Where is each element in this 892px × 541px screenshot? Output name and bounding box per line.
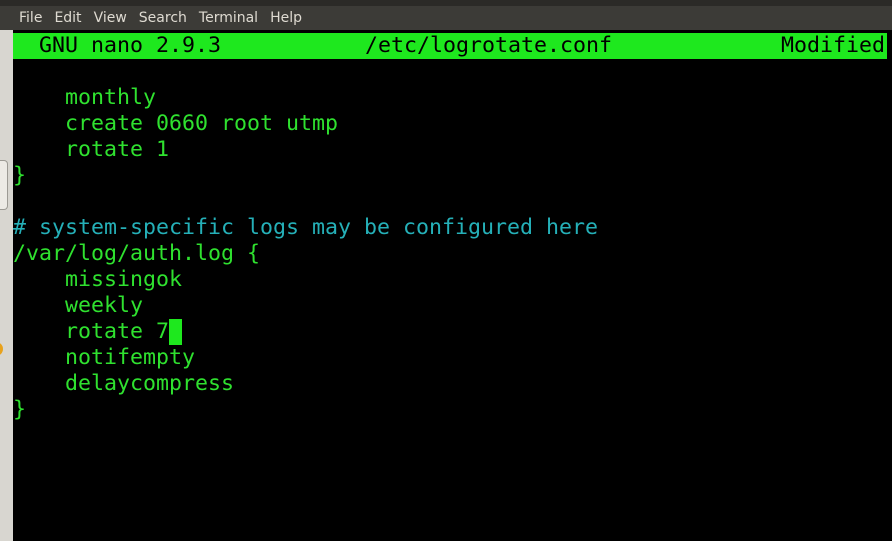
line-text: delaycompress bbox=[13, 371, 235, 396]
code-line: rotate 1 bbox=[13, 137, 887, 163]
code-line: weekly bbox=[13, 293, 887, 319]
menubar: File Edit View Search Terminal Help bbox=[0, 6, 892, 30]
background-window-tab bbox=[0, 160, 8, 210]
line-text: } bbox=[13, 397, 27, 422]
code-line: /var/log/auth.log { bbox=[13, 241, 887, 267]
line-text: notifempty bbox=[13, 345, 196, 370]
menu-edit[interactable]: Edit bbox=[48, 6, 87, 30]
comment-line: # system-specific logs may be configured… bbox=[13, 215, 887, 241]
code-line: create 0660 root utmp bbox=[13, 111, 887, 137]
line-text: /var/log/auth.log { bbox=[13, 241, 261, 266]
nano-titlebar: GNU nano 2.9.3 /etc/logrotate.conf Modif… bbox=[13, 33, 887, 59]
line-text: weekly bbox=[13, 293, 144, 318]
code-line: notifempty bbox=[13, 345, 887, 371]
line-text: } bbox=[13, 163, 27, 188]
line-text: create 0660 root utmp bbox=[13, 111, 339, 136]
code-line: missingok bbox=[13, 267, 887, 293]
line-text: rotate 1 bbox=[13, 137, 170, 162]
nano-version: GNU nano 2.9.3 bbox=[39, 33, 222, 58]
nano-filename: /etc/logrotate.conf bbox=[365, 33, 613, 58]
menu-help[interactable]: Help bbox=[264, 6, 308, 30]
editor-buffer[interactable]: monthly create 0660 root utmp rotate 1} #… bbox=[13, 85, 887, 423]
code-line: } bbox=[13, 397, 887, 423]
line-text: rotate 7 bbox=[13, 319, 170, 344]
code-line: monthly bbox=[13, 85, 887, 111]
menu-view[interactable]: View bbox=[88, 6, 133, 30]
code-line: delaycompress bbox=[13, 371, 887, 397]
terminal-area[interactable]: GNU nano 2.9.3 /etc/logrotate.conf Modif… bbox=[13, 30, 892, 541]
code-line: } bbox=[13, 163, 887, 189]
background-window-edge bbox=[0, 30, 13, 541]
menu-search[interactable]: Search bbox=[133, 6, 193, 30]
menu-file[interactable]: File bbox=[13, 6, 48, 30]
nano-status: Modified bbox=[780, 33, 885, 58]
line-text: # system-specific logs may be configured… bbox=[13, 215, 599, 240]
launcher-indicator-dot bbox=[0, 342, 3, 356]
line-text: missingok bbox=[13, 267, 183, 292]
terminal-window: File Edit View Search Terminal Help GNU … bbox=[0, 0, 892, 541]
text-cursor bbox=[169, 319, 183, 345]
menu-terminal[interactable]: Terminal bbox=[193, 6, 264, 30]
code-line: rotate 7 bbox=[13, 319, 887, 345]
line-text: monthly bbox=[13, 85, 157, 110]
